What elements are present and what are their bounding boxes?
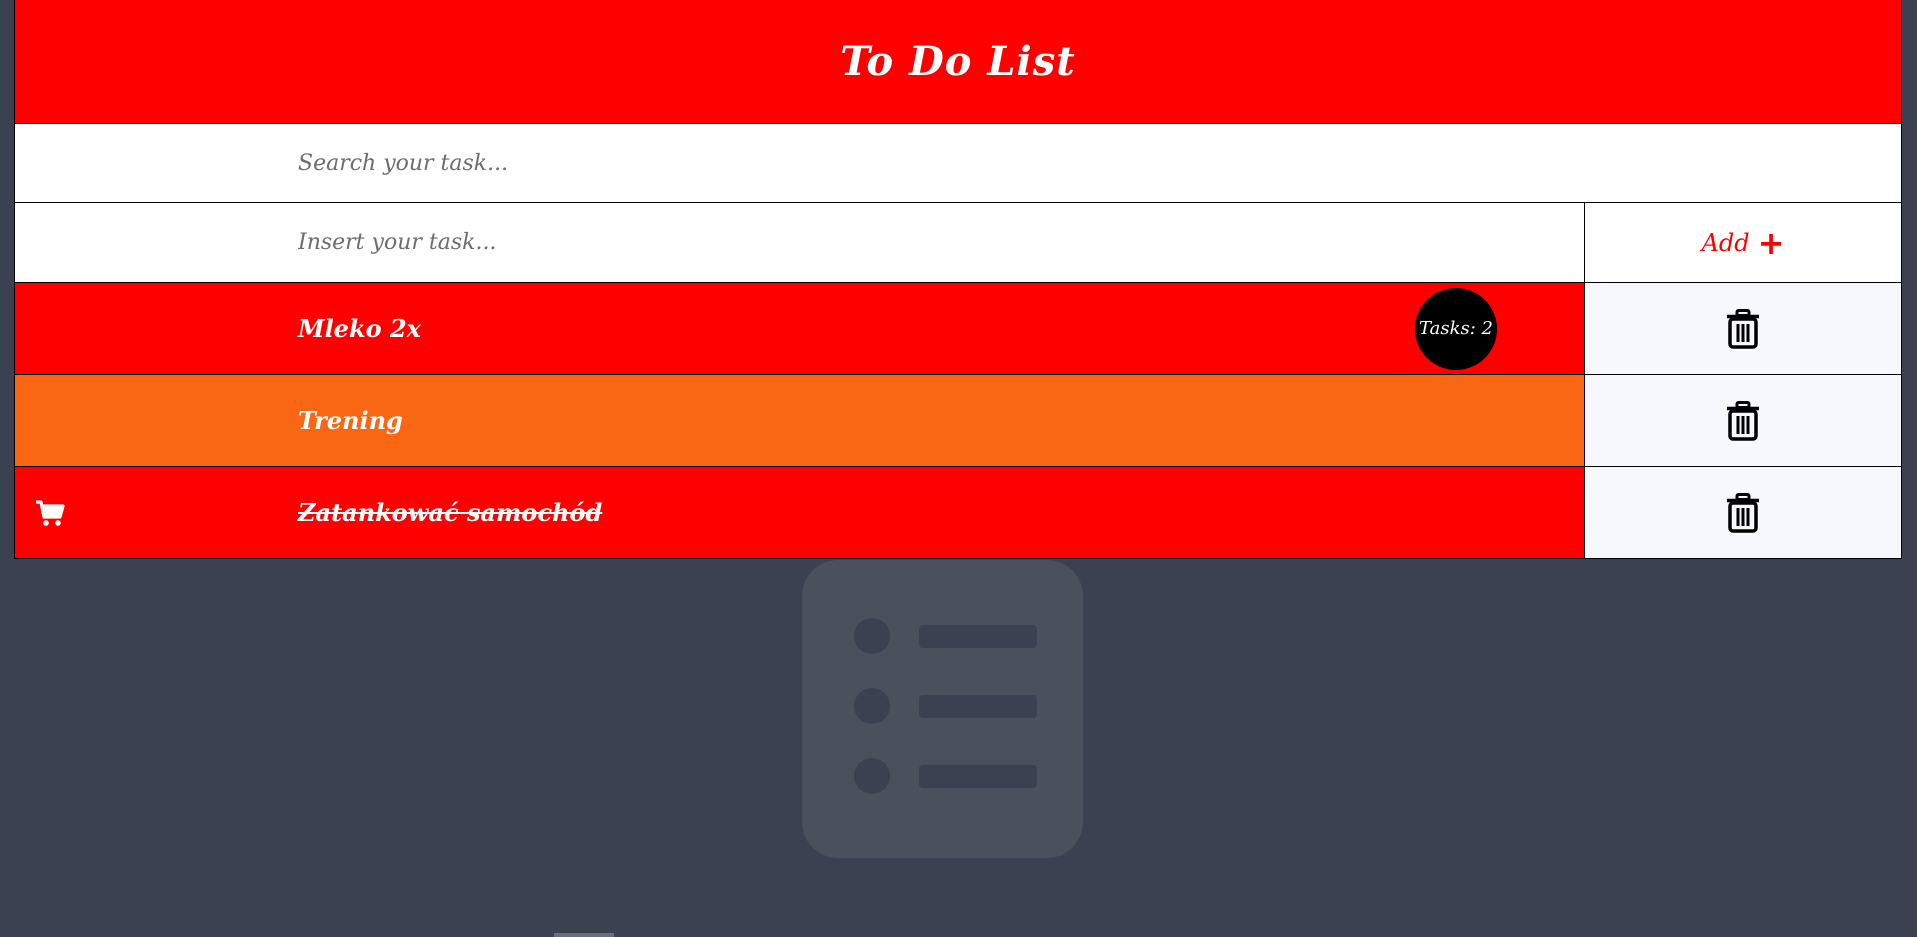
add-task-button[interactable]: Add +	[1585, 203, 1901, 282]
add-button-label: Add	[1701, 228, 1750, 257]
task-row: Trening	[14, 375, 1902, 467]
trash-icon	[1727, 400, 1759, 441]
task-count-badge: Tasks: 2	[1415, 287, 1497, 370]
task-text: Mleko 2x	[298, 314, 421, 343]
todo-app: To Do List Add + Mleko 2x Tasks: 2	[14, 0, 1902, 559]
delete-task-button[interactable]	[1585, 375, 1901, 466]
app-header: To Do List	[14, 0, 1902, 123]
search-row	[14, 123, 1902, 203]
task-row: Mleko 2x Tasks: 2	[14, 283, 1902, 375]
task-row: Zatankować samochód	[14, 467, 1902, 559]
task-input[interactable]	[15, 203, 1584, 282]
trash-icon	[1727, 492, 1759, 533]
task-item[interactable]: Zatankować samochód	[15, 467, 1585, 558]
delete-task-button[interactable]	[1585, 467, 1901, 558]
empty-list-illustration	[802, 560, 1083, 858]
task-text: Trening	[298, 406, 403, 435]
insert-field-cell	[15, 203, 1585, 282]
insert-row: Add +	[14, 203, 1902, 283]
task-item[interactable]: Trening	[15, 375, 1585, 466]
search-input[interactable]	[15, 124, 1901, 202]
trash-icon	[1727, 308, 1759, 349]
scroll-indicator	[554, 933, 614, 937]
plus-icon: +	[1757, 223, 1785, 262]
task-text: Zatankować samochód	[298, 498, 603, 527]
delete-task-button[interactable]	[1585, 283, 1901, 374]
app-title: To Do List	[840, 38, 1076, 85]
task-item[interactable]: Mleko 2x Tasks: 2	[15, 283, 1585, 374]
shopping-cart-icon	[36, 499, 65, 526]
